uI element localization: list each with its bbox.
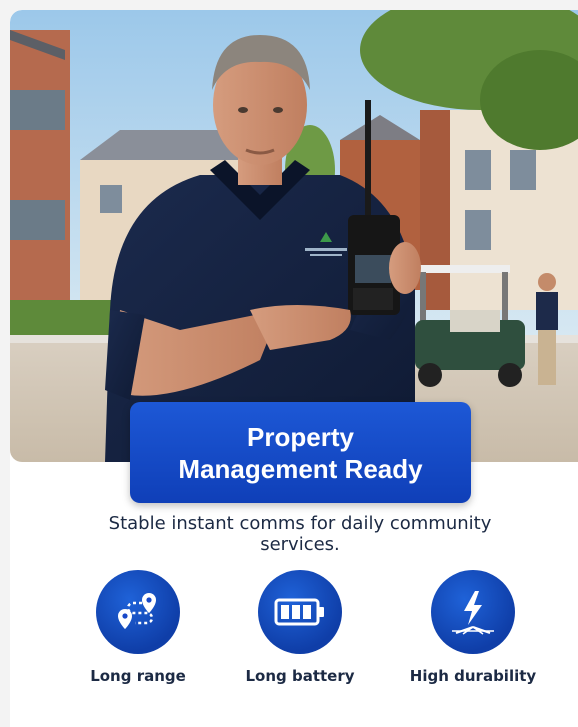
title-banner: Property Management Ready	[130, 402, 471, 503]
feature-high-durability: High durability	[393, 570, 553, 685]
title-line-2: Management Ready	[178, 453, 423, 484]
battery-icon	[258, 570, 342, 654]
route-location-icon	[96, 570, 180, 654]
feature-label-long-battery: Long battery	[245, 667, 355, 685]
hero-image	[10, 10, 578, 462]
feature-label-long-range: Long range	[90, 667, 186, 685]
feature-long-battery: Long battery	[220, 570, 380, 685]
impact-bolt-icon	[431, 570, 515, 654]
feature-long-range: Long range	[58, 570, 218, 685]
title-line-1: Property	[247, 421, 354, 452]
subtitle: Stable instant comms for daily community…	[108, 513, 492, 555]
feature-label-high-durability: High durability	[409, 667, 537, 685]
product-card: Property Management Ready Stable instant…	[10, 10, 578, 727]
